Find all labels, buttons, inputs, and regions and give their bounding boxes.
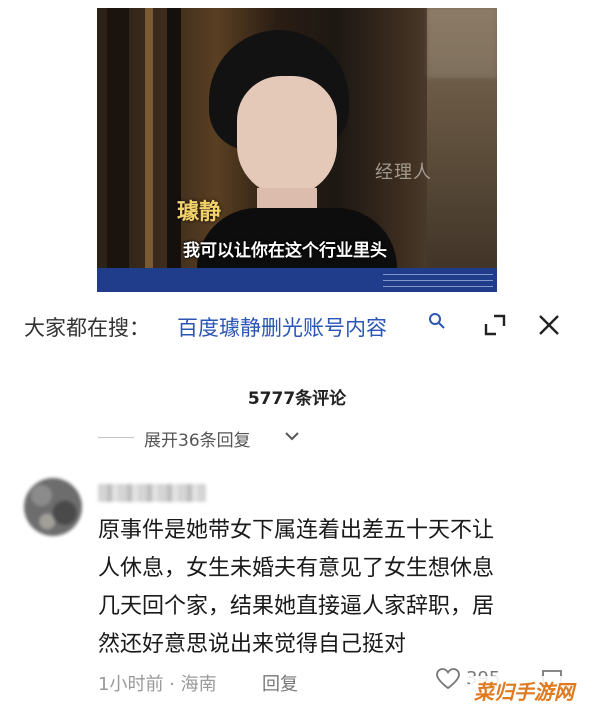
comment-time-location: 1小时前 · 海南: [98, 674, 217, 695]
search-query-link[interactable]: 百度璩静删光账号内容: [177, 312, 387, 342]
comment-line: 几天回个家，结果她直接逼人家辞职，居: [98, 594, 495, 619]
speaker-name-tag: 璩静: [177, 199, 222, 225]
reply-button[interactable]: 回复: [262, 670, 298, 696]
shrink-icon[interactable]: [482, 312, 508, 338]
site-watermark-logo: 菜归手游网: [470, 676, 578, 706]
video-subtitle: 我可以让你在这个行业里头: [183, 241, 387, 261]
heart-icon[interactable]: [436, 668, 460, 690]
person-face: [237, 76, 337, 196]
avatar[interactable]: [24, 478, 82, 536]
comment-line: 人休息，女生未婚夫有意见了女生想休息: [98, 556, 495, 581]
close-icon[interactable]: [536, 312, 562, 338]
video-area: 经理人 璩静 我可以让你在这个行业里头: [0, 0, 594, 292]
expand-replies-label: 展开36条回复: [144, 431, 251, 451]
video-watermark: 经理人: [375, 162, 432, 183]
search-label: 大家都在搜：: [24, 316, 150, 340]
comment-line: 原事件是她带女下属连着出差五十天不让: [98, 518, 495, 543]
subtitle-bar: [97, 268, 497, 292]
video-player[interactable]: 经理人 璩静 我可以让你在这个行业里头: [97, 8, 497, 292]
comment-count: 5777条评论: [247, 389, 347, 409]
search-icon[interactable]: [428, 312, 446, 330]
divider: [98, 437, 134, 438]
comment-line: 然还好意思说出来觉得自己挺对: [98, 632, 407, 657]
search-suggestion-bar: 大家都在搜： 百度璩静删光账号内容: [0, 292, 594, 366]
comment-text: 原事件是她带女下属连着出差五十天不让 人休息，女生未婚夫有意见了女生想休息 几天…: [98, 512, 558, 664]
video-blur-region: [427, 8, 497, 78]
username-blurred[interactable]: [98, 484, 206, 502]
chevron-down-icon: [285, 432, 299, 441]
